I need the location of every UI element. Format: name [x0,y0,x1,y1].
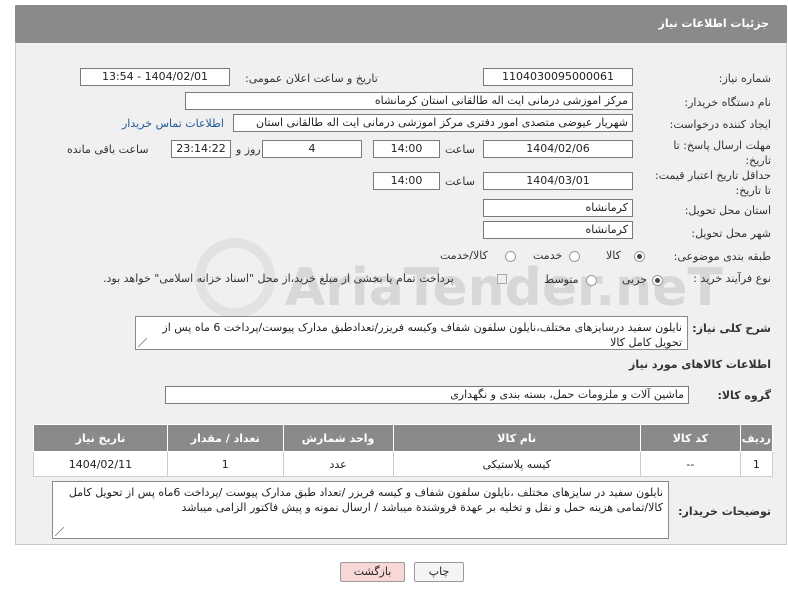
col-header-name: نام کالا [392,424,641,452]
page-title: جزئیات اطلاعات نیاز [658,17,770,30]
city-field: کرمانشاه [483,221,633,239]
watermark-text: AriaTender.neT [285,258,723,318]
validity-label: حداقل تاریخ اعتبار قیمت: [655,169,771,182]
table-row: 1 -- کیسه پلاستیکی عدد 1 1404/02/11 [33,451,774,477]
category-option-both: کالا/خدمت [440,249,488,262]
remaining-word: ساعت باقی مانده [67,143,149,156]
need-number-label: شماره نیاز: [718,72,771,85]
city-label: شهر محل تحویل: [691,227,771,240]
validity-date-field: 1404/03/01 [483,172,633,190]
description-label: شرح کلی نیاز: [692,322,771,335]
back-button[interactable]: بازگشت [340,562,405,582]
category-option-service: خدمت [533,249,563,262]
col-header-row-number: ردیف [739,424,774,452]
province-field: کرمانشاه [483,199,633,217]
goods-group-field: ماشین آلات و ملزومات حمل، بسته بندی و نگ… [165,386,689,404]
deadline-time-word: ساعت [445,143,475,156]
payment-note: پرداخت تمام یا بخشی از مبلغ خرید،از محل … [103,272,454,285]
category-radio-both[interactable] [505,251,516,262]
remaining-time-field: 23:14:22 [171,140,231,158]
announce-label: تاریخ و ساعت اعلان عمومی: [245,72,378,85]
buyer-label: نام دستگاه خریدار: [684,96,771,109]
col-header-quantity: تعداد / مقدار [166,424,284,452]
deadline-label-date: تاریخ: [745,154,771,167]
buyer-contact-link[interactable]: اطلاعات تماس خریدار [122,117,224,130]
need-number-field: 1104030095000061 [483,68,633,86]
announce-field: 1404/02/01 - 13:54 [80,68,230,86]
col-header-unit: واحد شمارش [282,424,394,452]
cell-name: کیسه پلاستیکی [392,451,641,477]
buyer-notes-resize-handle[interactable] [55,527,64,536]
category-radio-service[interactable] [569,251,580,262]
validity-time-word: ساعت [445,175,475,188]
days-word: روز و [236,143,261,156]
days-field: 4 [262,140,362,158]
goods-group-label: گروه کالا: [717,389,771,402]
process-radio-minor[interactable] [652,275,663,286]
description-textarea: نایلون سفید درسایزهای مختلف،نایلون سلفون… [135,316,688,350]
category-option-goods: کالا [606,249,621,262]
cell-code: -- [639,451,741,477]
validity-label-date: تا تاریخ: [735,184,771,197]
category-radio-goods[interactable] [634,251,645,262]
buyer-notes-textarea: نایلون سفید در سایزهای مختلف ،نایلون سلف… [52,481,669,539]
items-table: ردیف کد کالا نام کالا واحد شمارش تعداد /… [33,424,774,477]
treasury-checkbox[interactable] [497,274,507,284]
deadline-date-field: 1404/02/06 [483,140,633,158]
process-option-minor: جزیی [622,273,648,286]
cell-unit: عدد [282,451,394,477]
category-label: طبقه بندی موضوعی: [673,250,771,263]
goods-section-title: اطلاعات کالاهای مورد نیاز [629,358,771,371]
col-header-code: کد کالا [639,424,741,452]
cell-date: 1404/02/11 [33,451,168,477]
deadline-time-field: 14:00 [373,140,440,158]
panel-header: جزئیات اطلاعات نیاز [15,5,787,43]
province-label: استان محل تحویل: [684,204,771,217]
description-resize-handle[interactable] [138,338,147,347]
creator-label: ایجاد کننده درخواست: [669,118,771,131]
process-radio-medium[interactable] [586,275,597,286]
buyer-notes-label: توضیحات خریدار: [678,505,771,518]
table-header-row: ردیف کد کالا نام کالا واحد شمارش تعداد /… [33,424,774,452]
print-button[interactable]: چاپ [414,562,464,582]
cell-quantity: 1 [166,451,284,477]
col-header-date: تاریخ نیاز [33,424,168,452]
cell-row-number: 1 [739,451,774,477]
validity-time-field: 14:00 [373,172,440,190]
creator-field: شهریار عیوضی متصدی امور دفتری مرکز اموزش… [233,114,633,132]
buyer-field: مرکز اموزشی درمانی ایت اله طالقانی استان… [185,92,633,110]
process-option-medium: متوسط [544,273,579,286]
process-label: نوع فرآیند خرید : [693,272,771,285]
deadline-label: مهلت ارسال پاسخ: تا [673,139,771,152]
